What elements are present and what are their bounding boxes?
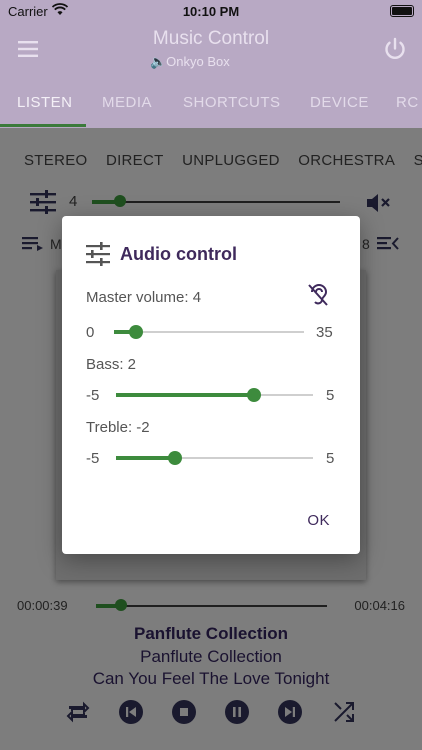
tab-rc[interactable]: RC — [396, 94, 419, 111]
ok-button[interactable]: OK — [307, 512, 330, 529]
tab-indicator — [0, 124, 86, 127]
mode-direct[interactable]: DIRECT — [106, 152, 164, 169]
app-title: Music Control — [152, 28, 270, 49]
device-name: 🔈Onkyo Box — [150, 54, 230, 69]
bass-fill — [116, 393, 254, 397]
master-max: 35 — [316, 324, 333, 341]
bass-min: -5 — [86, 387, 100, 404]
song-title: Can You Feel The Love Tonight — [92, 669, 330, 688]
mode-unplugged[interactable]: UNPLUGGED — [182, 152, 280, 169]
bass-max: 5 — [326, 387, 335, 404]
mode-orchestra[interactable]: ORCHESTRA — [298, 152, 395, 169]
status-bar: Carrier 10:10 PM — [0, 0, 422, 22]
treble-label: Treble: -2 — [86, 419, 150, 436]
stop-button[interactable] — [172, 700, 196, 729]
shuffle-icon[interactable] — [332, 700, 356, 729]
tab-device[interactable]: DEVICE — [310, 94, 369, 111]
progress-thumb[interactable] — [115, 599, 127, 611]
pause-button[interactable] — [225, 700, 249, 729]
next-button[interactable] — [278, 700, 302, 729]
duration-time: 00:04:16 — [354, 598, 405, 613]
volume-value: 4 — [69, 193, 78, 210]
dialog-title: Audio control — [120, 244, 237, 264]
hearing-disabled-icon[interactable] — [306, 282, 330, 313]
repeat-icon[interactable] — [66, 700, 90, 729]
master-slider-thumb[interactable] — [129, 325, 143, 339]
treble-fill — [116, 456, 175, 460]
playlist-icon[interactable] — [377, 236, 399, 257]
artist-name: Panflute Collection — [140, 647, 282, 666]
master-volume-label: Master volume: 4 — [86, 289, 202, 306]
equalizer-icon — [86, 242, 110, 271]
app-bar: Music Control 🔈Onkyo Box — [0, 22, 422, 78]
power-icon[interactable] — [382, 36, 408, 67]
tab-bar: LISTEN MEDIA SHORTCUTS DEVICE RC — [0, 78, 422, 128]
clock: 10:10 PM — [182, 4, 240, 19]
playback-controls — [0, 700, 422, 740]
equalizer-icon[interactable] — [30, 190, 56, 219]
volume-track — [92, 201, 340, 203]
master-min: 0 — [86, 324, 95, 341]
treble-min: -5 — [86, 450, 100, 467]
battery-icon — [390, 5, 414, 17]
album-title: Panflute Collection — [134, 624, 288, 643]
elapsed-time: 00:00:39 — [17, 598, 68, 613]
mode-more[interactable]: S — [414, 152, 422, 169]
bass-slider-thumb[interactable] — [247, 388, 261, 402]
listening-modes: STEREO DIRECT UNPLUGGED ORCHESTRA S — [24, 152, 422, 169]
previous-button[interactable] — [119, 700, 143, 729]
mode-stereo[interactable]: STEREO — [24, 152, 87, 169]
audio-control-dialog: Audio control Master volume: 4 0 35 Bass… — [62, 216, 360, 554]
bass-label: Bass: 2 — [86, 356, 137, 373]
treble-max: 5 — [326, 450, 335, 467]
track-info-right: 8 — [362, 236, 370, 252]
volume-row: 4 — [0, 188, 422, 218]
tab-listen[interactable]: LISTEN — [17, 94, 73, 111]
queue-icon[interactable] — [22, 236, 44, 257]
tab-media[interactable]: MEDIA — [102, 94, 152, 111]
progress-track — [96, 605, 327, 607]
mute-icon[interactable] — [366, 192, 392, 219]
volume-thumb[interactable] — [114, 195, 126, 207]
track-info-left: M — [50, 236, 62, 252]
treble-slider-thumb[interactable] — [168, 451, 182, 465]
tab-shortcuts[interactable]: SHORTCUTS — [183, 94, 281, 111]
